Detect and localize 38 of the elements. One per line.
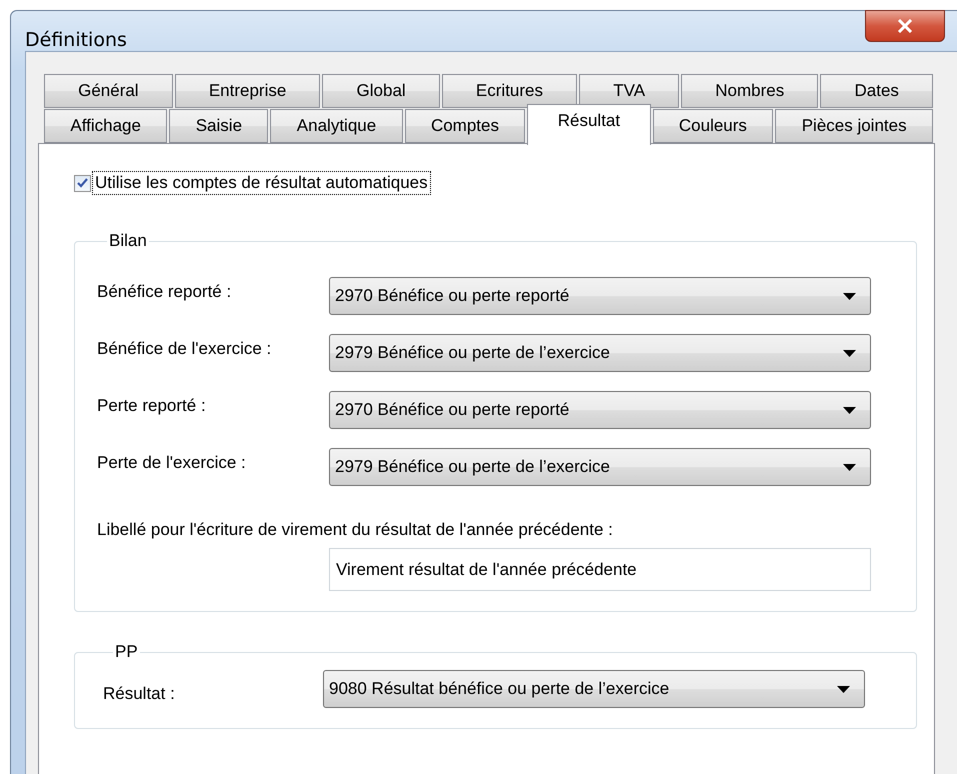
checkbox[interactable] <box>74 174 91 192</box>
window-title: Définitions <box>25 29 127 51</box>
group-title: PP <box>114 642 139 662</box>
tab[interactable]: Global <box>322 74 440 108</box>
tab[interactable]: Résultat <box>527 104 651 145</box>
field-label: Perte de l'exercice : <box>97 453 247 473</box>
group-title: Bilan <box>108 231 148 251</box>
caret-icon <box>843 350 856 356</box>
tab[interactable]: Nombres <box>681 74 818 108</box>
tab[interactable]: Ecritures <box>442 74 578 108</box>
tab[interactable]: Saisie <box>169 109 268 143</box>
tab[interactable]: Général <box>44 74 173 108</box>
caret-icon <box>837 686 850 692</box>
account-dropdown[interactable]: 2970 Bénéfice ou perte reporté <box>329 391 871 429</box>
tab[interactable]: Analytique <box>270 109 403 143</box>
caret-icon <box>843 292 856 300</box>
field-label: Bénéfice reporté : <box>97 282 232 302</box>
account-dropdown[interactable]: 9080 Résultat bénéfice ou perte de l’exercice <box>323 670 865 708</box>
account-dropdown[interactable]: 2970 Bénéfice ou perte reporté <box>329 277 871 315</box>
field-label: Résultat : <box>103 684 176 704</box>
caret-icon <box>843 464 856 470</box>
tab[interactable]: Dates <box>820 74 934 108</box>
caret-icon <box>843 406 856 414</box>
input-field[interactable]: Virement résultat de l'année précédente <box>329 548 871 591</box>
field-label: Bénéfice de l'exercice : <box>97 339 272 359</box>
field-label: Perte reporté : <box>97 396 207 416</box>
account-dropdown[interactable]: 2979 Bénéfice ou perte de l’exercice <box>329 448 871 486</box>
tab[interactable]: Comptes <box>404 109 526 143</box>
tab[interactable]: TVA <box>579 74 680 108</box>
close-button[interactable] <box>865 10 945 42</box>
tab[interactable]: Affichage <box>44 109 168 143</box>
transfer-caption: Libellé pour l'écriture de virement du résultat de l'année précédente : <box>97 520 614 540</box>
tab[interactable]: Couleurs <box>652 109 774 143</box>
tab[interactable]: Pièces jointes <box>775 109 933 143</box>
close-icon <box>897 19 913 33</box>
account-dropdown[interactable]: 2979 Bénéfice ou perte de l’exercice <box>329 334 871 372</box>
tab[interactable]: Entreprise <box>174 74 320 108</box>
checkbox-label[interactable]: Utilise les comptes de résultat automatiques <box>93 172 430 194</box>
